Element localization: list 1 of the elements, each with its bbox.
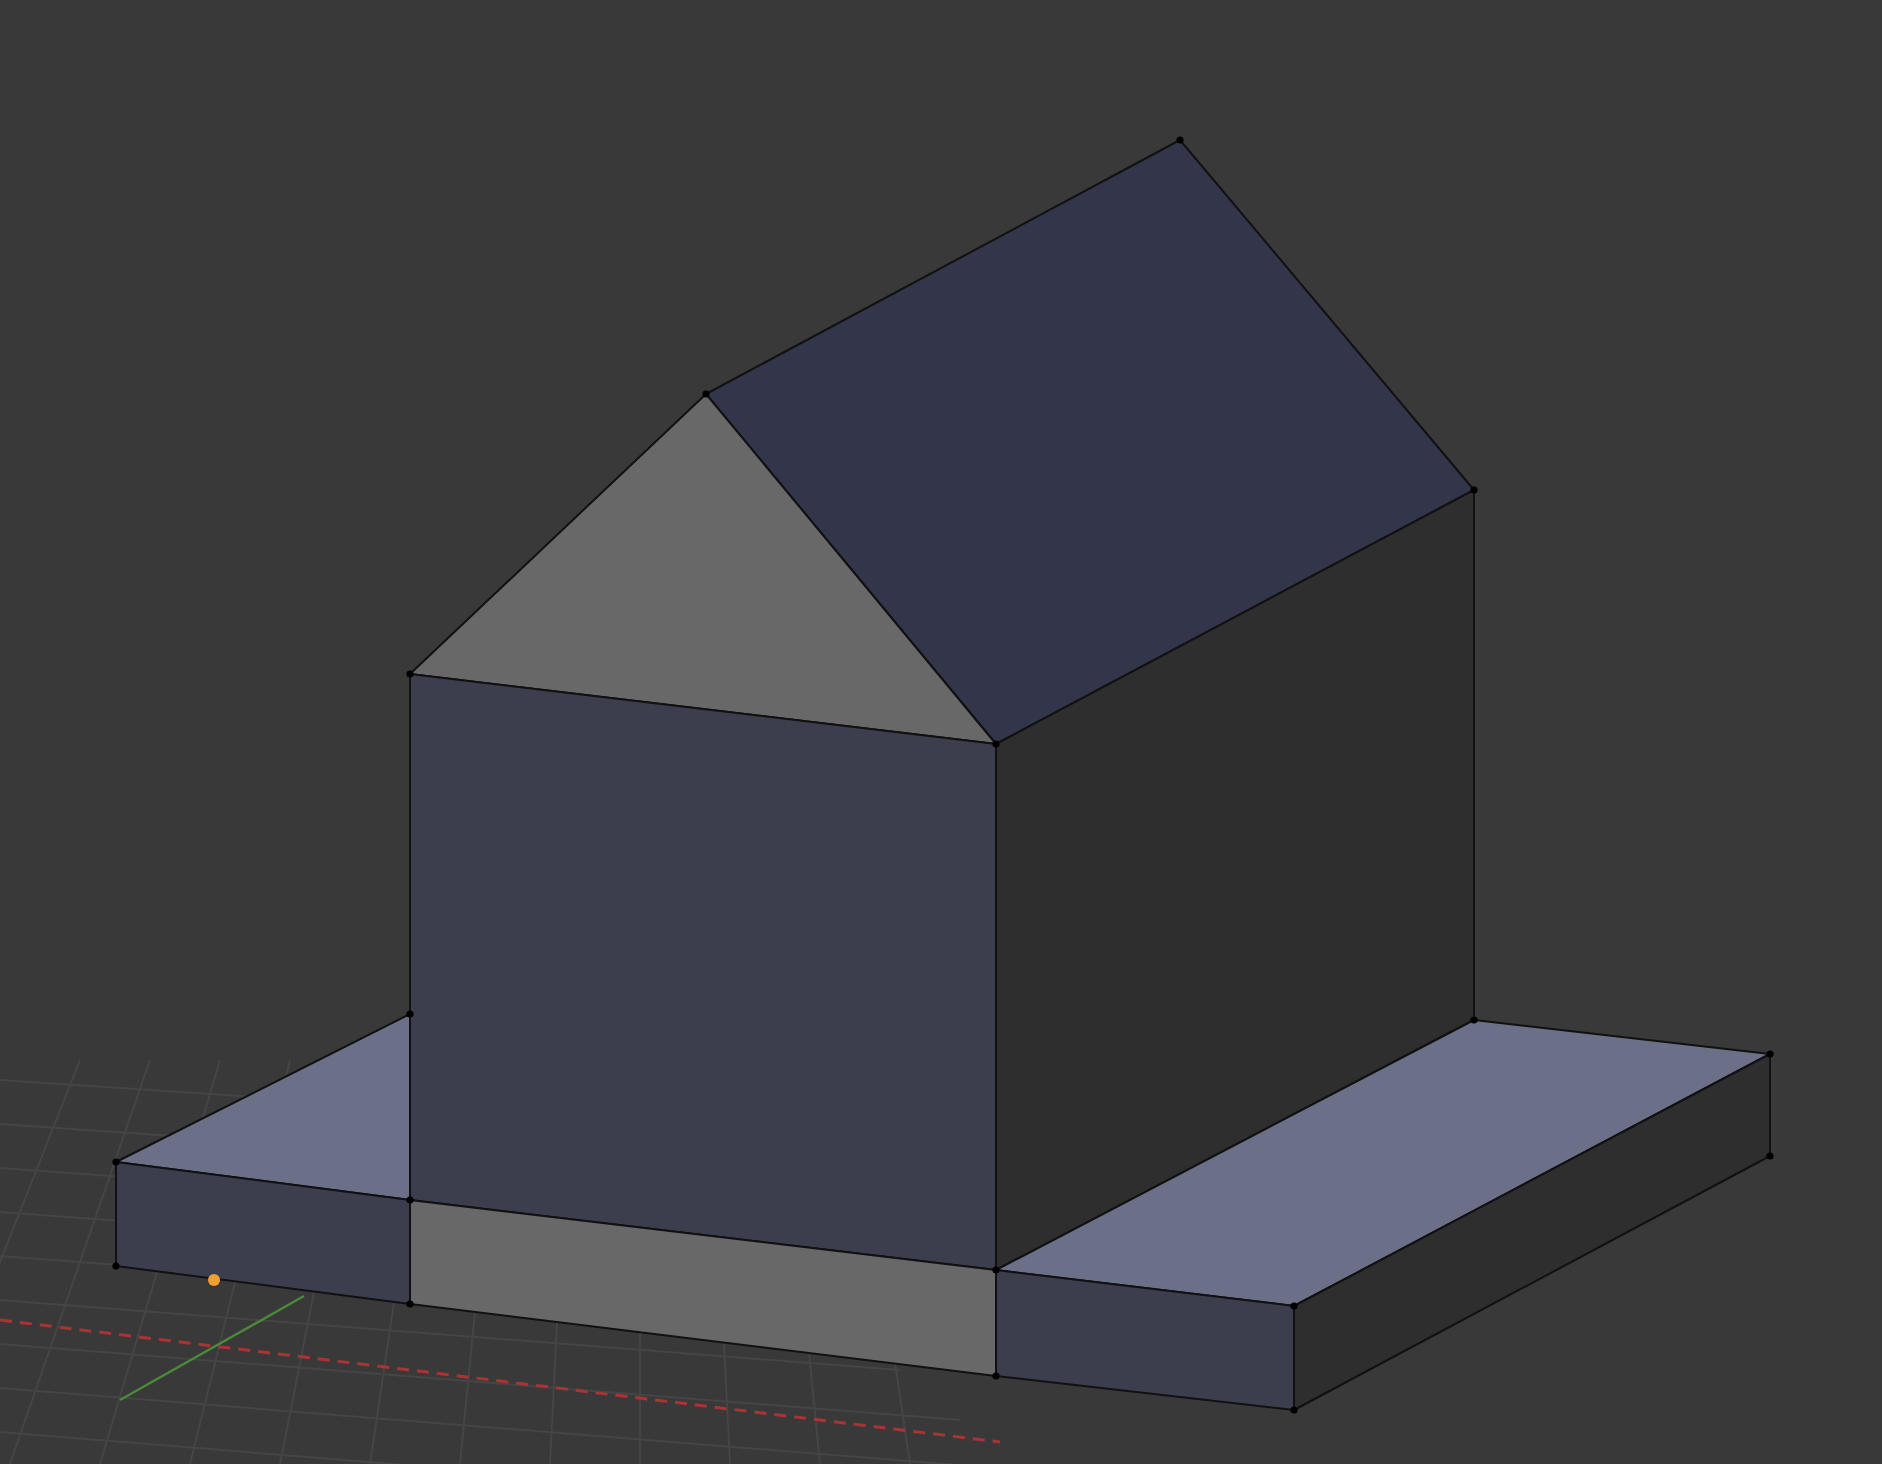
- origin-dot: [208, 1274, 220, 1286]
